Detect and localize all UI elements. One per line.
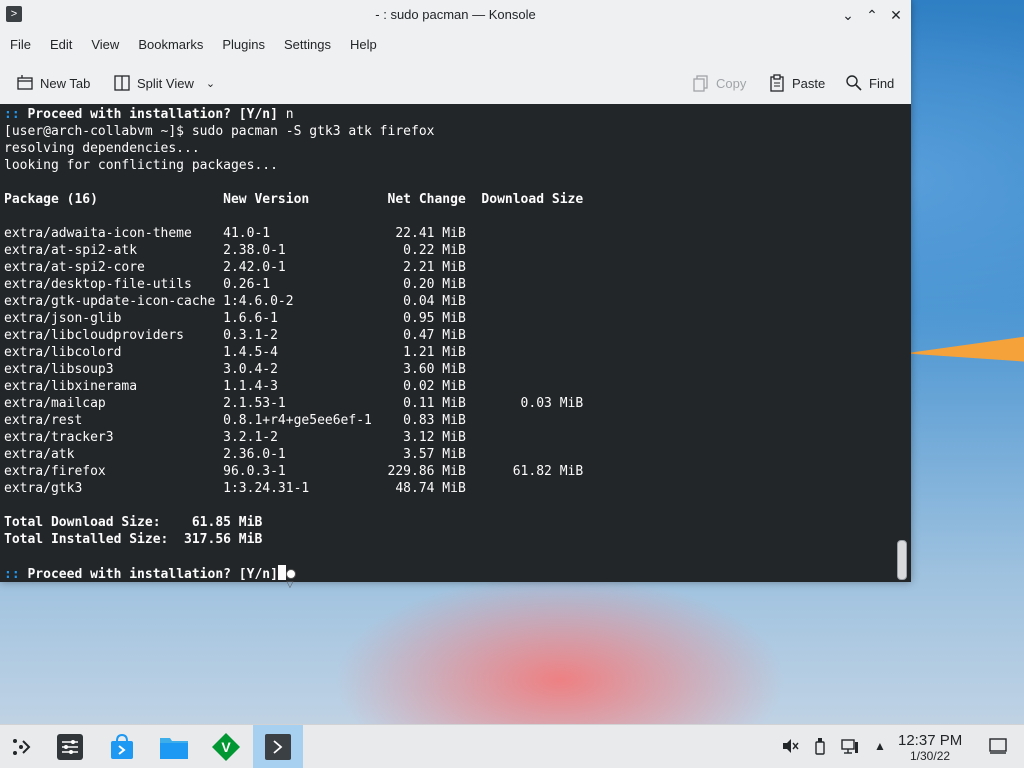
usb-device-icon[interactable] (811, 737, 829, 755)
clock-date[interactable]: 1/30/22 (910, 749, 950, 763)
taskbar: V ▲ 12:37 PM 1/30/22 (0, 724, 1024, 768)
split-view-label: Split View (137, 75, 194, 91)
terminal-line: extra/desktop-file-utils 0.26-1 0.20 MiB (4, 277, 466, 292)
new-tab-icon (17, 75, 33, 90)
vim-icon: V (212, 733, 240, 761)
terminal-line: Total Download Size: 61.85 MiB (4, 515, 263, 530)
menu-bookmarks[interactable]: Bookmarks (128, 37, 212, 52)
terminal-line: extra/adwaita-icon-theme 41.0-1 22.41 Mi… (4, 226, 466, 241)
terminal-line: extra/libcloudproviders 0.3.1-2 0.47 MiB (4, 328, 466, 343)
system-settings-task[interactable] (52, 729, 88, 765)
find-label: Find (869, 75, 895, 91)
terminal-line: extra/libxinerama 1.1.4-3 0.02 MiB (4, 379, 466, 394)
terminal-line: extra/tracker3 3.2.1-2 3.12 MiB (4, 430, 466, 445)
terminal-line: extra/at-spi2-core 2.42.0-1 2.21 MiB (4, 260, 466, 275)
menu-edit[interactable]: Edit (40, 37, 81, 52)
kde-launcher-icon (13, 739, 31, 755)
folder-icon (160, 738, 188, 759)
paste-button[interactable]: Paste (768, 72, 825, 94)
terminal-line: extra/atk 2.36.0-1 3.57 MiB (4, 447, 466, 462)
terminal-line: extra/rest 0.8.1+r4+ge5ee6ef-1 0.83 MiB (4, 413, 466, 428)
split-view-icon (114, 75, 130, 91)
terminal-line: extra/mailcap 2.1.53-1 0.11 MiB 0.03 MiB (4, 396, 584, 411)
terminal-line: [user@arch-collabvm ~]$ sudo pacman -S g… (4, 124, 435, 139)
konsole-task[interactable] (253, 725, 303, 768)
tray-expander-icon[interactable]: ▲ (871, 737, 889, 755)
terminal-view[interactable]: :: Proceed with installation? [Y/n] n[us… (0, 104, 911, 582)
paste-label: Paste (792, 75, 826, 91)
new-tab-button[interactable]: New Tab (16, 72, 90, 94)
vim-task[interactable]: V (208, 729, 244, 765)
show-desktop-icon[interactable] (989, 737, 1007, 755)
svg-text:V: V (221, 739, 231, 755)
konsole-window: > - : sudo pacman — Konsole ⌄ ⌃ ✕ File E… (0, 0, 911, 582)
network-wired-icon[interactable] (841, 737, 859, 755)
settings-sliders-icon (57, 734, 83, 760)
discover-task[interactable] (104, 729, 140, 765)
split-view-button[interactable]: Split View ⌄ (113, 72, 215, 94)
chevron-down-icon: ⌄ (205, 77, 216, 90)
terminal-line: extra/at-spi2-atk 2.38.0-1 0.22 MiB (4, 243, 466, 258)
clock-time[interactable]: 12:37 PM (898, 732, 962, 749)
file-manager-task[interactable] (156, 729, 192, 765)
terminal-line: extra/libsoup3 3.0.4-2 3.60 MiB (4, 362, 466, 377)
terminal-line: extra/gtk-update-icon-cache 1:4.6.0-2 0.… (4, 294, 466, 309)
terminal-scrollbar[interactable] (897, 540, 907, 580)
app-launcher-button[interactable] (4, 729, 40, 765)
menu-view[interactable]: View (81, 37, 128, 52)
terminal-output: :: Proceed with installation? [Y/n] n[us… (4, 106, 583, 582)
menu-file[interactable]: File (0, 37, 40, 52)
copy-button[interactable]: Copy (692, 72, 746, 94)
terminal-line: extra/libcolord 1.4.5-4 1.21 MiB (4, 345, 466, 360)
chevron-down-icon[interactable]: ⌄ (838, 5, 858, 25)
terminal-cursor (277, 565, 286, 580)
search-icon (846, 75, 862, 91)
text-cursor-icon: ▽ (286, 566, 296, 596)
terminal-line: resolving dependencies... (4, 141, 200, 156)
terminal-line: Package (16) New Version Net Change Down… (4, 192, 584, 207)
copy-label: Copy (716, 75, 747, 91)
terminal-line: Total Installed Size: 317.56 MiB (4, 532, 263, 547)
speaker-muted-icon[interactable] (781, 737, 799, 755)
terminal-icon (265, 734, 291, 760)
menu-plugins[interactable]: Plugins (212, 37, 274, 52)
terminal-line: extra/gtk3 1:3.24.31-1 48.74 MiB (4, 481, 466, 496)
terminal-line: extra/json-glib 1.6.6-1 0.95 MiB (4, 311, 466, 326)
terminal-line: extra/firefox 96.0.3-1 229.86 MiB 61.82 … (4, 464, 584, 479)
toolbar: New Tab Split View ⌄ Copy Paste Find (0, 62, 911, 102)
paste-icon (770, 74, 784, 92)
chevron-up-icon[interactable]: ⌃ (862, 5, 882, 25)
shopping-bag-icon (111, 733, 133, 759)
menu-help[interactable]: Help (340, 37, 386, 52)
window-title: - : sudo pacman — Konsole (375, 7, 536, 22)
terminal-line: :: Proceed with installation? [Y/n] n (4, 107, 294, 122)
menu-settings[interactable]: Settings (274, 37, 340, 52)
titlebar[interactable]: > - : sudo pacman — Konsole ⌄ ⌃ ✕ (0, 0, 911, 30)
copy-icon (693, 75, 708, 92)
new-tab-label: New Tab (40, 75, 91, 91)
terminal-line: looking for conflicting packages... (4, 158, 278, 173)
find-button[interactable]: Find (845, 72, 894, 94)
close-icon[interactable]: ✕ (886, 5, 906, 25)
menubar: File Edit View Bookmarks Plugins Setting… (0, 30, 911, 58)
